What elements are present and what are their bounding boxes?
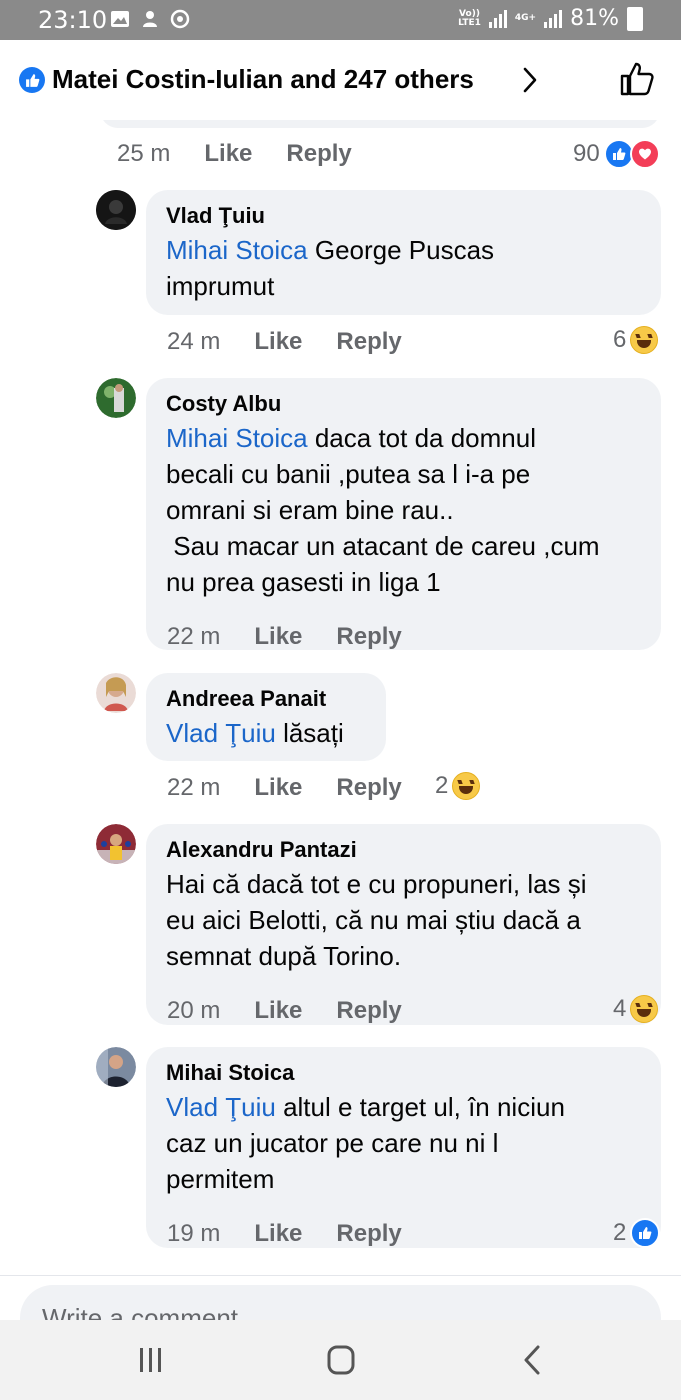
reaction-count: 6 bbox=[613, 326, 627, 353]
home-icon[interactable] bbox=[321, 1342, 361, 1378]
like-button[interactable] bbox=[618, 60, 656, 98]
comment-actions: 22 m Like Reply bbox=[167, 623, 402, 651]
love-icon bbox=[629, 139, 660, 169]
comment-actions: 24 m Like Reply bbox=[167, 328, 402, 356]
reaction-summary[interactable]: 90 bbox=[573, 139, 660, 169]
reaction-count: 2 bbox=[435, 772, 449, 799]
reply-action[interactable]: Reply bbox=[336, 1220, 401, 1248]
comment-actions: 20 m Like Reply bbox=[167, 997, 402, 1025]
mention-link[interactable]: Vlad Ţuiu bbox=[166, 1092, 276, 1122]
reaction-count: 90 bbox=[573, 140, 600, 167]
status-right: Vo)) LTE1 4G+ 81% bbox=[458, 6, 643, 31]
haha-icon bbox=[630, 326, 659, 354]
comment-composer[interactable] bbox=[20, 1285, 661, 1320]
comment-text: Hai că dacă tot e cu propuneri, las și e… bbox=[166, 869, 587, 971]
chevron-right-icon[interactable] bbox=[520, 66, 540, 94]
back-icon[interactable] bbox=[513, 1342, 553, 1378]
volte-indicator: Vo)) LTE1 bbox=[458, 8, 481, 28]
signal-icon bbox=[488, 9, 507, 28]
reaction-summary[interactable]: 6 bbox=[613, 326, 659, 354]
comment-text: Vlad Ţuiu lăsați bbox=[166, 718, 344, 748]
comment-input[interactable] bbox=[40, 1301, 641, 1320]
comment-actions: 19 m Like Reply bbox=[167, 1220, 402, 1248]
reply-action[interactable]: Reply bbox=[336, 328, 401, 356]
avatar[interactable] bbox=[96, 378, 136, 418]
mention-link[interactable]: Mihai Stoica bbox=[166, 423, 308, 453]
like-action[interactable]: Like bbox=[254, 997, 302, 1025]
reaction-summary[interactable]: 2 bbox=[613, 1218, 661, 1248]
battery-percent: 81% bbox=[570, 6, 619, 31]
comment-bubble[interactable]: Mihai Stoica Vlad Ţuiu altul e target ul… bbox=[146, 1047, 661, 1248]
comment-time: 25 m bbox=[117, 140, 171, 167]
reply-action[interactable]: Reply bbox=[336, 997, 401, 1025]
reactors-summary[interactable]: Matei Costin-Iulian and 247 others bbox=[52, 64, 474, 95]
like-action[interactable]: Like bbox=[254, 1220, 302, 1248]
like-action[interactable]: Like bbox=[254, 328, 302, 356]
like-action[interactable]: Like bbox=[204, 140, 252, 168]
system-nav-bar bbox=[0, 1320, 681, 1400]
reaction-summary[interactable]: 4 bbox=[613, 995, 659, 1023]
previous-comment-actions: 25 m Like Reply bbox=[117, 140, 352, 168]
reaction-count: 2 bbox=[613, 1219, 627, 1246]
avatar[interactable] bbox=[96, 673, 136, 713]
comment-author[interactable]: Andreea Panait bbox=[166, 685, 366, 713]
comment-author[interactable]: Mihai Stoica bbox=[166, 1059, 641, 1087]
haha-icon bbox=[630, 995, 659, 1023]
comment-author[interactable]: Costy Albu bbox=[166, 390, 641, 418]
data-type-indicator: 4G+ bbox=[514, 13, 537, 23]
haha-icon bbox=[452, 772, 481, 800]
like-icon bbox=[630, 1218, 661, 1248]
status-notification-icons bbox=[110, 9, 190, 29]
reaction-count: 4 bbox=[613, 995, 627, 1022]
comment-author[interactable]: Alexandru Pantazi bbox=[166, 836, 641, 864]
avatar[interactable] bbox=[96, 1047, 136, 1087]
comment-time: 19 m bbox=[167, 1220, 221, 1247]
comment-text: Mihai Stoica daca tot da domnul becali c… bbox=[166, 423, 600, 597]
recent-apps-icon[interactable] bbox=[131, 1342, 171, 1378]
status-time: 23:10 bbox=[38, 6, 108, 34]
like-action[interactable]: Like bbox=[254, 623, 302, 651]
comment-actions: 22 m Like Reply bbox=[167, 774, 402, 802]
comment-text: Mihai Stoica George Puscas imprumut bbox=[166, 235, 495, 301]
comment-bubble[interactable]: Alexandru Pantazi Hai că dacă tot e cu p… bbox=[146, 824, 661, 1025]
comment-composer-bar bbox=[0, 1275, 681, 1320]
reply-action[interactable]: Reply bbox=[336, 623, 401, 651]
mention-link[interactable]: Vlad Ţuiu bbox=[166, 718, 276, 748]
reply-action[interactable]: Reply bbox=[336, 774, 401, 802]
gallery-icon bbox=[111, 11, 129, 27]
battery-icon bbox=[627, 6, 643, 31]
avatar[interactable] bbox=[96, 190, 136, 230]
like-action[interactable]: Like bbox=[254, 774, 302, 802]
reaction-summary[interactable]: 2 bbox=[435, 772, 481, 800]
comment-bubble[interactable]: Costy Albu Mihai Stoica daca tot da domn… bbox=[146, 378, 661, 650]
status-bar: 23:10 Vo)) LTE1 4G+ 81% bbox=[0, 0, 681, 40]
comment-bubble[interactable]: Vlad Ţuiu Mihai Stoica George Puscas imp… bbox=[146, 190, 661, 315]
comment-text: Vlad Ţuiu altul e target ul, în niciun c… bbox=[166, 1092, 565, 1194]
circle-app-icon bbox=[170, 9, 190, 29]
mention-link[interactable]: Mihai Stoica bbox=[166, 235, 308, 265]
comment-bubble[interactable]: Andreea Panait Vlad Ţuiu lăsați bbox=[146, 673, 386, 761]
app-notification-icon bbox=[143, 11, 157, 27]
reactions-header[interactable]: Matei Costin-Iulian and 247 others bbox=[0, 40, 681, 120]
reply-action[interactable]: Reply bbox=[286, 140, 351, 168]
comment-time: 22 m bbox=[167, 774, 221, 801]
comments-list[interactable]: 25 m Like Reply 90 Vlad Ţuiu Mihai Stoic… bbox=[0, 40, 681, 1248]
comment-author[interactable]: Vlad Ţuiu bbox=[166, 202, 641, 230]
like-icon bbox=[19, 67, 45, 93]
signal-icon-2 bbox=[544, 9, 563, 28]
comment-time: 22 m bbox=[167, 623, 221, 650]
comments-sheet: 25 m Like Reply 90 Vlad Ţuiu Mihai Stoic… bbox=[0, 40, 681, 1320]
avatar[interactable] bbox=[96, 824, 136, 864]
comment-time: 24 m bbox=[167, 328, 221, 355]
comment-time: 20 m bbox=[167, 997, 221, 1024]
